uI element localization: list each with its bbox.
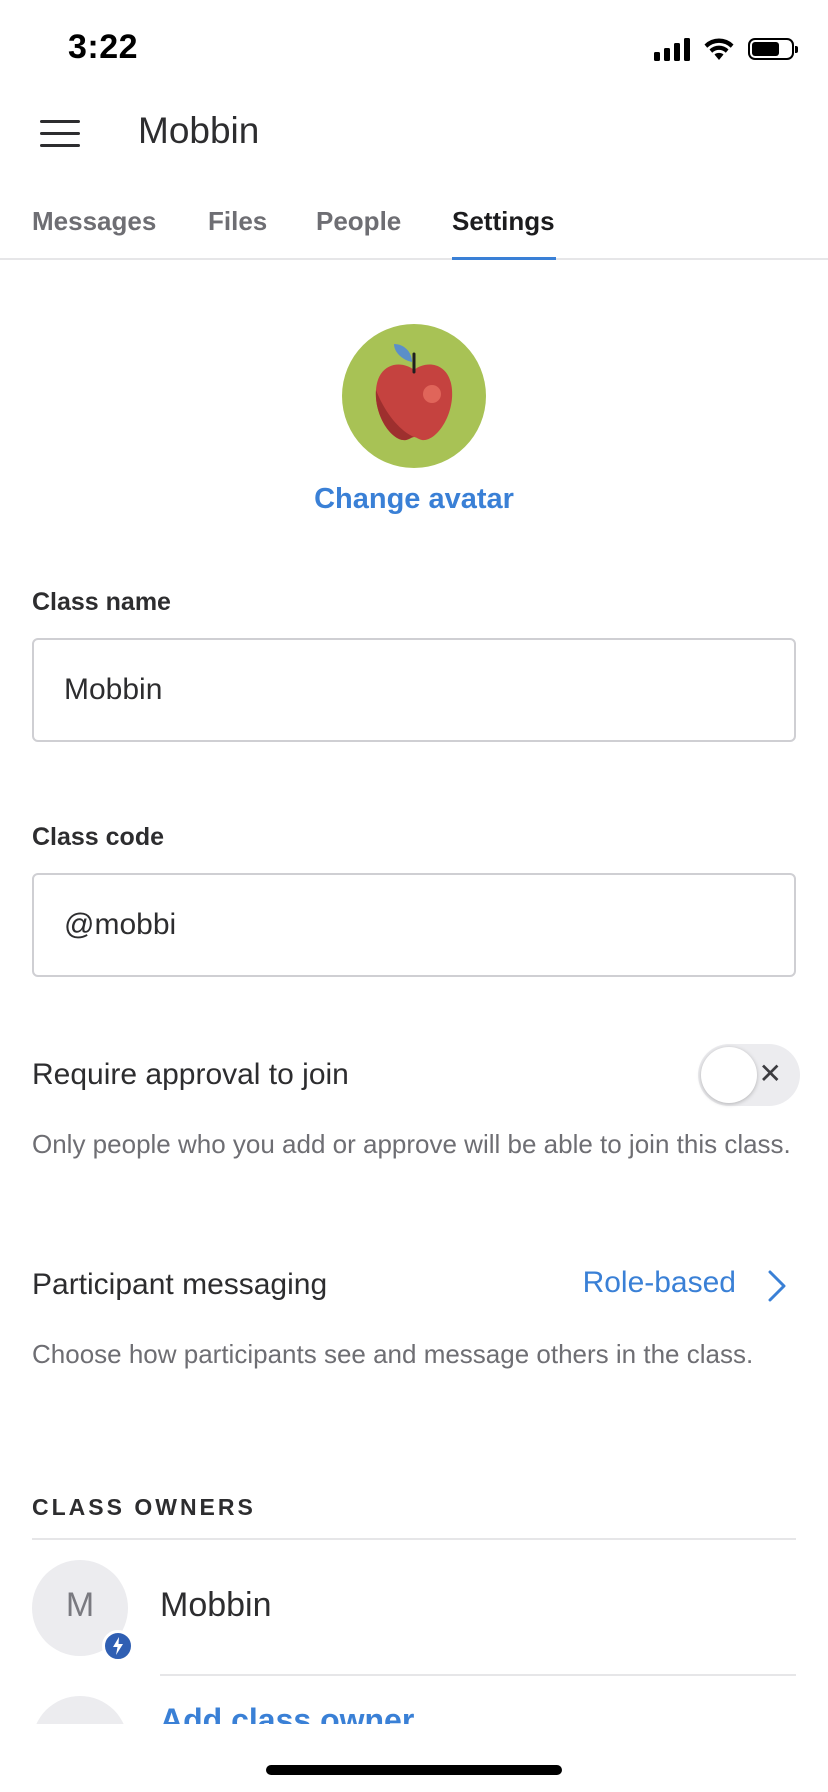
close-icon: ✕: [758, 1058, 782, 1089]
tab-settings[interactable]: Settings: [452, 206, 555, 237]
status-time: 3:22: [68, 28, 139, 66]
class-code-input[interactable]: [34, 875, 794, 975]
tab-bar: Messages Files People Settings: [0, 190, 828, 260]
chevron-right-icon[interactable]: [762, 1268, 790, 1304]
page-title: Mobbin: [138, 110, 260, 151]
class-name-input[interactable]: [34, 640, 794, 740]
require-approval-toggle[interactable]: ✕: [698, 1044, 800, 1106]
bottom-safe-area: [0, 1724, 828, 1792]
class-name-label: Class name: [32, 588, 171, 616]
change-avatar-button[interactable]: Change avatar: [0, 483, 828, 516]
participant-messaging-title: Participant messaging: [32, 1268, 328, 1301]
class-code-field[interactable]: [32, 873, 796, 977]
toggle-knob: [701, 1047, 757, 1103]
class-owners-header: CLASS OWNERS: [32, 1494, 256, 1520]
class-code-label: Class code: [32, 823, 165, 851]
bolt-badge-icon: [102, 1630, 134, 1662]
battery-icon: [748, 38, 798, 60]
avatar-initial: M: [65, 1586, 95, 1624]
require-approval-title: Require approval to join: [32, 1058, 349, 1091]
apple-icon: [375, 344, 453, 441]
home-indicator: [266, 1765, 562, 1775]
wifi-icon: [704, 38, 734, 60]
tab-people[interactable]: People: [316, 206, 401, 237]
menu-icon[interactable]: [40, 120, 82, 148]
status-icons: [654, 36, 798, 62]
tab-files[interactable]: Files: [208, 206, 267, 237]
owner-divider: [160, 1674, 796, 1676]
section-divider: [32, 1538, 796, 1540]
class-name-field[interactable]: [32, 638, 796, 742]
require-approval-description: Only people who you add or approve will …: [32, 1129, 791, 1159]
class-avatar[interactable]: [342, 324, 486, 468]
participant-messaging-description: Choose how participants see and message …: [32, 1339, 754, 1369]
owner-name[interactable]: Mobbin: [160, 1586, 272, 1625]
participant-messaging-value[interactable]: Role-based: [583, 1266, 736, 1300]
status-bar: 3:22: [0, 0, 828, 100]
active-tab-indicator: [452, 257, 556, 260]
signal-icon: [654, 37, 690, 61]
tab-messages[interactable]: Messages: [32, 206, 156, 237]
